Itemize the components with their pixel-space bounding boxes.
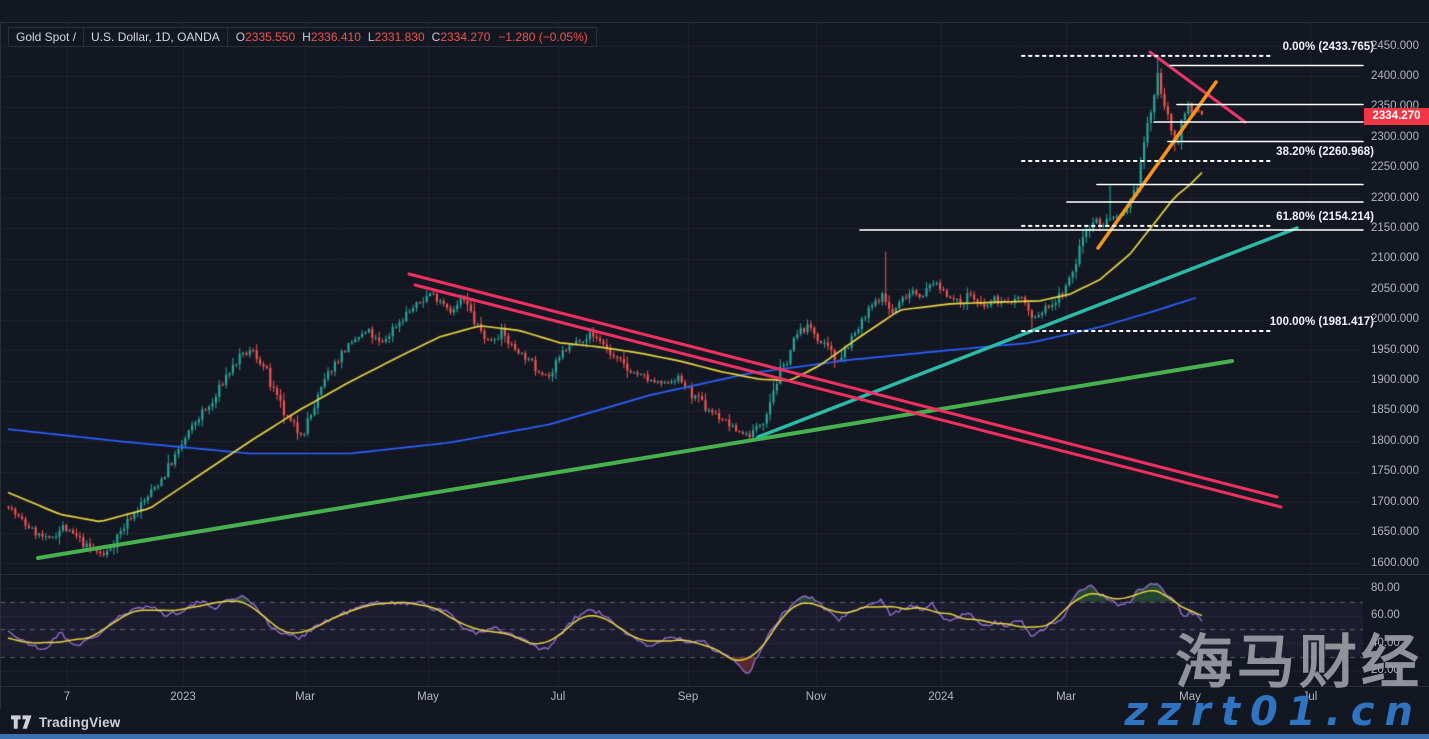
rsi-axis-label: 80.00 xyxy=(1371,582,1400,594)
time-axis-label: Nov xyxy=(806,691,826,703)
ohlc-key: L xyxy=(368,30,375,44)
price-axis-label: 2200.000 xyxy=(1371,192,1419,204)
time-axis[interactable]: 7 2023 Mar May Jul Sep Nov 2024 Mar May Jul xyxy=(0,686,1429,710)
price-axis-label: 1800.000 xyxy=(1371,435,1419,447)
time-axis-label: May xyxy=(417,691,439,703)
price-axis-label: 2100.000 xyxy=(1371,252,1419,264)
time-axis-label: 2024 xyxy=(928,691,954,703)
ohlc-value: 2336.410 xyxy=(311,30,361,44)
ohlc-pair: L2331.830 xyxy=(368,30,425,44)
price-axis-label: 2150.000 xyxy=(1371,222,1419,234)
ohlc-pair: H2336.410 xyxy=(302,30,361,44)
time-axis-label: May xyxy=(1179,691,1201,703)
footer-bar: TradingView xyxy=(0,710,1429,734)
time-axis-label: Sep xyxy=(678,691,698,703)
price-axis-label: 1650.000 xyxy=(1371,526,1419,538)
tradingview-published-chart: dacolmanfx published on TradingView.com,… xyxy=(0,0,1429,739)
price-axis-label: 2250.000 xyxy=(1371,161,1419,173)
price-axis-label: 2050.000 xyxy=(1371,283,1419,295)
ohlc-pair: O2335.550 xyxy=(236,30,295,44)
price-axis-label: 2450.000 xyxy=(1371,40,1419,52)
ohlc-value: 2334.270 xyxy=(440,30,490,44)
tradingview-brand-name: TradingView xyxy=(39,715,120,730)
price-axis-label: 1950.000 xyxy=(1371,344,1419,356)
time-axis-label: Jul xyxy=(551,691,566,703)
rsi-axis-label: 60.00 xyxy=(1371,609,1400,621)
price-axis-label: 1700.000 xyxy=(1371,496,1419,508)
change-value: −1.280 (−0.05%) xyxy=(498,30,595,44)
price-axis-label: 2400.000 xyxy=(1371,70,1419,82)
time-axis-label: 2023 xyxy=(170,691,196,703)
fib-label-0: 0.00% (2433.765) xyxy=(1283,41,1374,53)
time-axis-label: 7 xyxy=(64,691,70,703)
ohlc-value: 2331.830 xyxy=(375,30,425,44)
tradingview-brand-link[interactable]: TradingView xyxy=(0,715,120,730)
price-axis-label: 2300.000 xyxy=(1371,131,1419,143)
symbol-legend[interactable]: Gold Spot / U.S. Dollar, 1D, OANDA O2335… xyxy=(8,27,597,47)
time-axis-label: Jul xyxy=(1303,691,1318,703)
tradingview-logo-icon xyxy=(11,715,32,730)
chart-canvas[interactable] xyxy=(0,0,1429,739)
watermark-blue-bar xyxy=(0,734,1429,739)
ohlc-pair: C2334.270 xyxy=(432,30,491,44)
time-axis-label: Mar xyxy=(295,691,315,703)
price-axis-label: 2000.000 xyxy=(1371,313,1419,325)
ohlc-key: H xyxy=(302,30,311,44)
last-price-badge: 2334.270 xyxy=(1364,108,1429,125)
ohlc-value: 2335.550 xyxy=(245,30,295,44)
rsi-axis-label: 20.00 xyxy=(1371,664,1400,676)
fib-label-3: 100.00% (1981.417) xyxy=(1270,316,1374,328)
time-axis-label: Mar xyxy=(1056,691,1076,703)
fib-label-1: 38.20% (2260.968) xyxy=(1276,146,1374,158)
pane-divider[interactable] xyxy=(0,574,1429,575)
price-axis-label: 1850.000 xyxy=(1371,404,1419,416)
price-axis-border xyxy=(0,22,1,710)
symbol-name[interactable]: Gold Spot / xyxy=(9,28,84,46)
pane-divider xyxy=(0,22,1429,23)
fib-label-2: 61.80% (2154.214) xyxy=(1276,211,1374,223)
price-axis-label: 1750.000 xyxy=(1371,465,1419,477)
rsi-axis-label: 40.00 xyxy=(1371,637,1400,649)
price-axis-label: 1600.000 xyxy=(1371,557,1419,569)
ohlc-values: O2335.550 H2336.410 L2331.830 C2334.270 xyxy=(228,30,499,44)
ohlc-key: C xyxy=(432,30,441,44)
symbol-details[interactable]: U.S. Dollar, 1D, OANDA xyxy=(84,28,228,46)
ohlc-key: O xyxy=(236,30,245,44)
price-axis-label: 1900.000 xyxy=(1371,374,1419,386)
